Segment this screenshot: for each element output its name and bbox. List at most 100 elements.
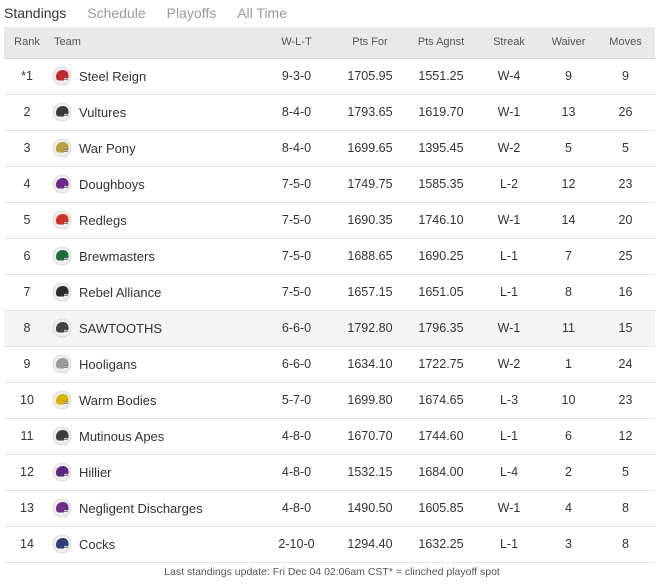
waiver-cell: 3	[541, 526, 596, 563]
team-name[interactable]: Cocks	[79, 537, 115, 552]
team-name[interactable]: War Pony	[79, 141, 136, 156]
wlt-cell: 2-10-0	[258, 526, 335, 563]
team-link[interactable]: Mutinous Apes	[52, 426, 258, 446]
team-name[interactable]: Rebel Alliance	[79, 285, 161, 300]
team-link[interactable]: SAWTOOTHS	[52, 318, 258, 338]
team-cell: SAWTOOTHS	[50, 310, 258, 347]
header-pts-for[interactable]: Pts For	[335, 27, 405, 59]
team-link[interactable]: War Pony	[52, 138, 258, 158]
team-link[interactable]: Warm Bodies	[52, 390, 258, 410]
table-row: 10 Warm Bodies 5-7-0 1699.80 1674.65 L-3 10 23	[4, 382, 655, 419]
dark-emblem-icon	[52, 282, 72, 302]
table-row: 12 Hillier 4-8-0 1532.15 1684.00 L-4 2 5	[4, 454, 655, 491]
moves-cell: 23	[596, 382, 655, 419]
team-name[interactable]: Negligent Discharges	[79, 501, 203, 516]
tab-standings[interactable]: Standings	[4, 4, 66, 22]
rank-cell: 5	[4, 202, 50, 239]
moves-cell: 5	[596, 454, 655, 491]
rank-cell: 3	[4, 130, 50, 167]
wlt-cell: 7-5-0	[258, 166, 335, 203]
pts-agnst-cell: 1632.25	[405, 526, 477, 563]
moves-cell: 24	[596, 346, 655, 383]
header-waiver[interactable]: Waiver	[541, 27, 596, 59]
pts-for-cell: 1657.15	[335, 274, 405, 311]
waiver-cell: 6	[541, 418, 596, 455]
header-team[interactable]: Team	[50, 27, 258, 59]
pts-for-cell: 1490.50	[335, 490, 405, 527]
header-wlt[interactable]: W-L-T	[258, 27, 335, 59]
team-link[interactable]: Brewmasters	[52, 246, 258, 266]
pts-for-cell: 1634.10	[335, 346, 405, 383]
red-shield-icon	[52, 210, 72, 230]
purple-helmet-icon	[52, 462, 72, 482]
team-link[interactable]: Doughboys	[52, 174, 258, 194]
vulture-wings-icon	[52, 102, 72, 122]
table-row: 5 Redlegs 7-5-0 1690.35 1746.10 W-1 14 20	[4, 202, 655, 239]
team-link[interactable]: Negligent Discharges	[52, 498, 258, 518]
pts-agnst-cell: 1684.00	[405, 454, 477, 491]
header-streak[interactable]: Streak	[477, 27, 541, 59]
team-link[interactable]: Hillier	[52, 462, 258, 482]
streak-cell: W-2	[477, 346, 541, 383]
team-name[interactable]: Hooligans	[79, 357, 137, 372]
pts-for-cell: 1705.95	[335, 58, 405, 95]
team-link[interactable]: Hooligans	[52, 354, 258, 374]
ape-skull-icon	[52, 426, 72, 446]
pts-agnst-cell: 1585.35	[405, 166, 477, 203]
header-moves[interactable]: Moves	[596, 27, 655, 59]
pts-agnst-cell: 1674.65	[405, 382, 477, 419]
silver-helmet-icon	[52, 354, 72, 374]
table-row: 4 Doughboys 7-5-0 1749.75 1585.35 L-2 12 23	[4, 166, 655, 203]
green-helmet-icon	[52, 246, 72, 266]
team-name[interactable]: SAWTOOTHS	[79, 321, 162, 336]
gold-helmet-icon	[52, 138, 72, 158]
team-name[interactable]: Doughboys	[79, 177, 145, 192]
pts-agnst-cell: 1746.10	[405, 202, 477, 239]
pts-agnst-cell: 1744.60	[405, 418, 477, 455]
streak-cell: W-1	[477, 94, 541, 131]
team-name[interactable]: Hillier	[79, 465, 112, 480]
tab-playoffs[interactable]: Playoffs	[167, 4, 217, 22]
waiver-cell: 10	[541, 382, 596, 419]
pts-agnst-cell: 1395.45	[405, 130, 477, 167]
standings-table: Rank Team W-L-T Pts For Pts Agnst Streak…	[4, 27, 655, 563]
standings-tabs: Standings Schedule Playoffs All Time	[0, 0, 664, 26]
moves-cell: 26	[596, 94, 655, 131]
wlt-cell: 8-4-0	[258, 94, 335, 131]
wlt-cell: 6-6-0	[258, 310, 335, 347]
team-link[interactable]: Cocks	[52, 534, 258, 554]
team-name[interactable]: Warm Bodies	[79, 393, 157, 408]
team-name[interactable]: Brewmasters	[79, 249, 155, 264]
team-name[interactable]: Mutinous Apes	[79, 429, 164, 444]
wlt-cell: 6-6-0	[258, 346, 335, 383]
tab-all-time[interactable]: All Time	[237, 4, 287, 22]
team-name[interactable]: Redlegs	[79, 213, 127, 228]
team-name[interactable]: Steel Reign	[79, 69, 146, 84]
header-pts-agnst[interactable]: Pts Agnst	[405, 27, 477, 59]
table-row: 6 Brewmasters 7-5-0 1688.65 1690.25 L-1 7 25	[4, 238, 655, 275]
rank-cell: 6	[4, 238, 50, 275]
team-link[interactable]: Rebel Alliance	[52, 282, 258, 302]
moves-cell: 15	[596, 310, 655, 347]
rank-cell: 2	[4, 94, 50, 131]
team-link[interactable]: Steel Reign	[52, 66, 258, 86]
streak-cell: L-3	[477, 382, 541, 419]
violet-helmet-icon	[52, 498, 72, 518]
team-name[interactable]: Vultures	[79, 105, 126, 120]
team-cell: Redlegs	[50, 202, 258, 239]
rank-cell: 10	[4, 382, 50, 419]
waiver-cell: 7	[541, 238, 596, 275]
waiver-cell: 12	[541, 166, 596, 203]
wlt-cell: 5-7-0	[258, 382, 335, 419]
moves-cell: 25	[596, 238, 655, 275]
tab-schedule[interactable]: Schedule	[87, 4, 145, 22]
moves-cell: 12	[596, 418, 655, 455]
waiver-cell: 1	[541, 346, 596, 383]
team-link[interactable]: Vultures	[52, 102, 258, 122]
pts-agnst-cell: 1651.05	[405, 274, 477, 311]
team-link[interactable]: Redlegs	[52, 210, 258, 230]
team-cell: Cocks	[50, 526, 258, 563]
header-rank[interactable]: Rank	[4, 27, 50, 59]
rank-cell: 13	[4, 490, 50, 527]
team-cell: Steel Reign	[50, 58, 258, 95]
